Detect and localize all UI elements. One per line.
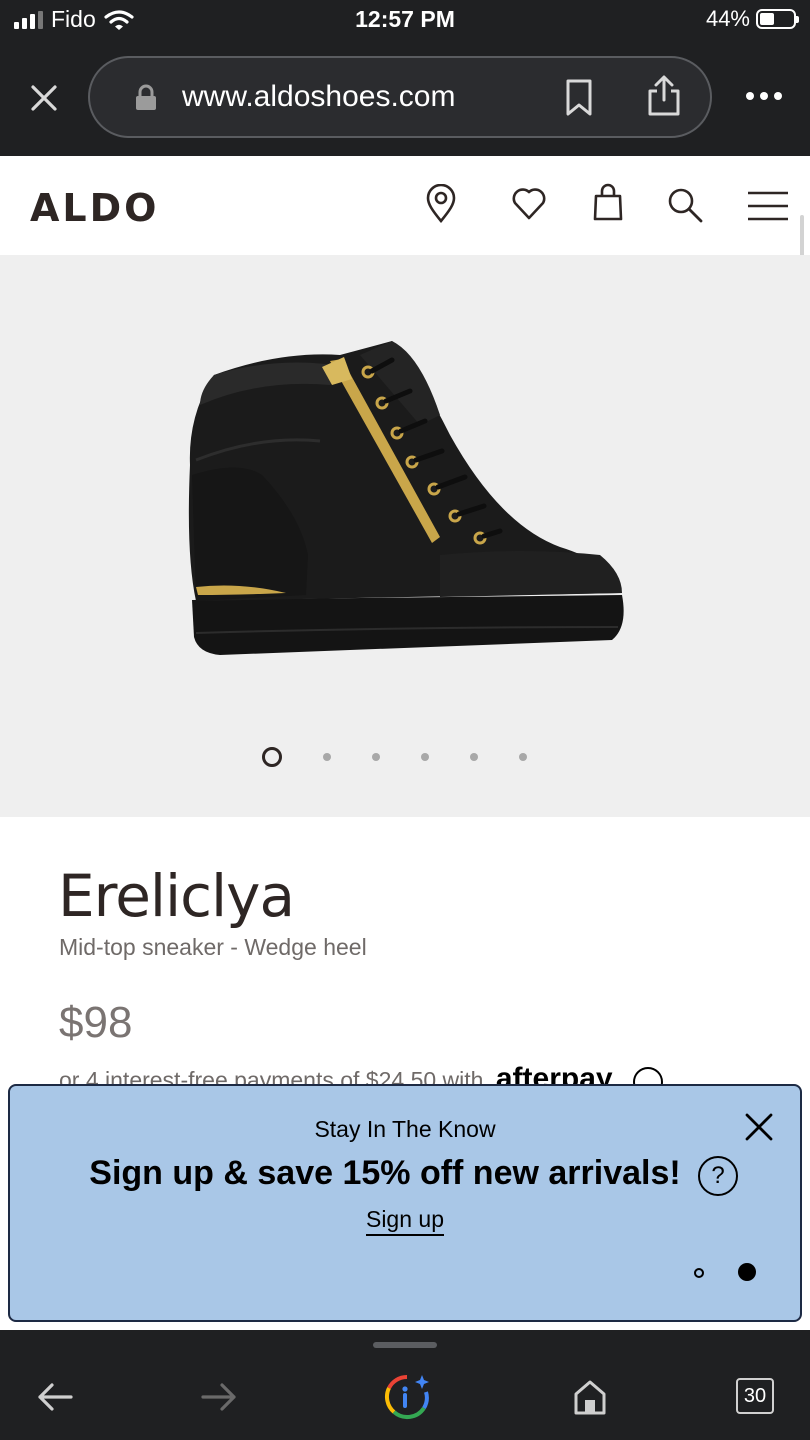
carousel-dot[interactable] (470, 753, 478, 761)
google-lens-icon[interactable] (384, 1374, 430, 1420)
shopping-bag-icon[interactable] (592, 182, 624, 222)
banner-headline: Sign up & save 15% off new arrivals! (89, 1154, 681, 1192)
signup-link[interactable]: Sign up (365, 1206, 444, 1236)
product-name: Ereliclya (58, 862, 295, 930)
carousel-pagination (262, 747, 527, 767)
battery-icon (756, 9, 799, 29)
product-image-carousel[interactable] (0, 255, 810, 817)
store-locator-icon[interactable] (424, 184, 458, 224)
address-bar[interactable]: www.aldoshoes.com (88, 56, 712, 138)
share-icon[interactable] (646, 74, 682, 118)
home-icon[interactable] (572, 1378, 608, 1416)
afterpay-logo: afterpay (495, 1062, 613, 1086)
signup-link-wrap: Sign up (10, 1206, 800, 1236)
product-subtitle: Mid-top sneaker - Wedge heel (59, 934, 367, 960)
status-bar: Fido 12:57 PM 44% (0, 0, 810, 42)
site-header: ALDO (0, 156, 810, 255)
lock-icon (136, 84, 156, 110)
url-text: www.aldoshoes.com (182, 80, 456, 113)
carousel-dot[interactable] (262, 747, 282, 767)
banner-page-dot[interactable] (694, 1268, 704, 1278)
carousel-dot[interactable] (323, 753, 331, 761)
newsletter-signup-banner: Stay In The Know Sign up & save 15% off … (8, 1084, 802, 1322)
search-icon[interactable] (666, 186, 704, 224)
close-icon[interactable] (24, 78, 64, 118)
carousel-dot[interactable] (372, 753, 380, 761)
menu-hamburger-icon[interactable] (746, 190, 790, 222)
banner-close-icon[interactable] (744, 1112, 774, 1142)
browser-bottom-toolbar: 30 (0, 1330, 810, 1440)
back-arrow-icon[interactable] (36, 1382, 74, 1412)
product-image-wedge-sneaker (188, 341, 624, 655)
browser-toolbar: www.aldoshoes.com (0, 42, 810, 156)
drag-handle[interactable] (373, 1342, 437, 1348)
product-price: $98 (59, 998, 133, 1047)
carousel-dot[interactable] (519, 753, 527, 761)
aldo-logo[interactable]: ALDO (30, 186, 159, 230)
forward-arrow-icon[interactable] (200, 1382, 238, 1412)
battery-percent: 44% (705, 6, 750, 31)
wishlist-heart-icon[interactable] (510, 186, 548, 220)
carousel-dot[interactable] (421, 753, 429, 761)
installment-info: or 4 interest-free payments of $24.50 wi… (59, 1062, 663, 1086)
more-options-icon[interactable] (746, 92, 782, 100)
tab-count-icon[interactable]: 30 (736, 1378, 774, 1414)
bookmark-icon[interactable] (564, 78, 594, 118)
status-right: 44% (705, 6, 799, 32)
help-icon[interactable]: ? (698, 1156, 738, 1196)
banner-kicker: Stay In The Know (314, 1116, 496, 1142)
banner-page-dot-active[interactable] (738, 1263, 756, 1281)
clock: 12:57 PM (355, 6, 455, 32)
